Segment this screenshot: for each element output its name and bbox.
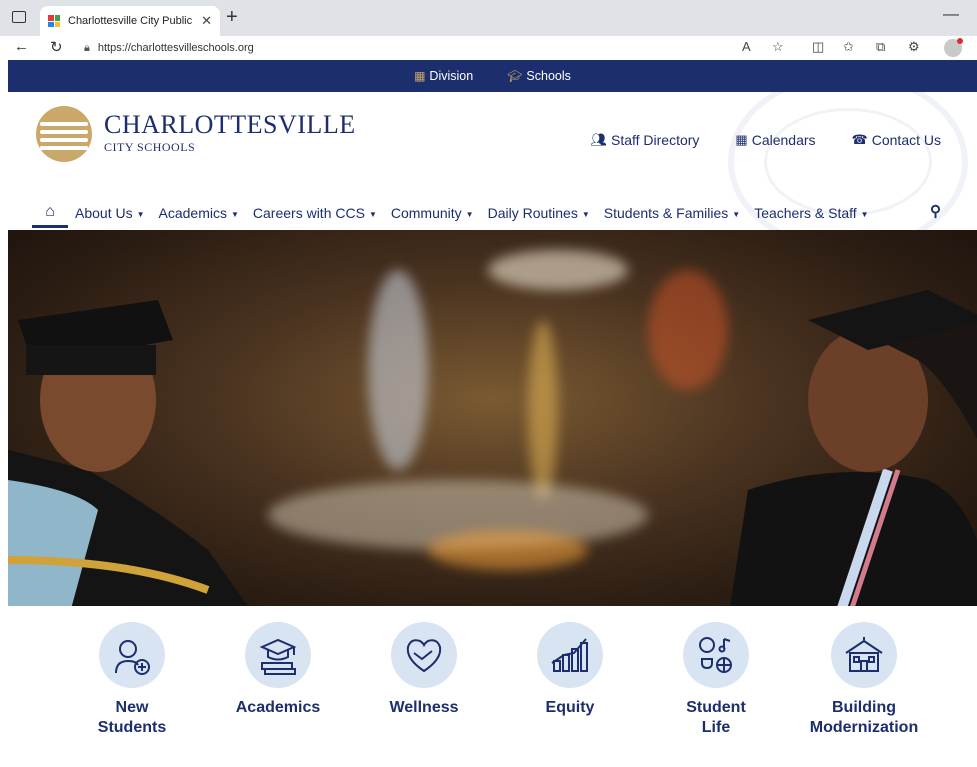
new-student-icon — [99, 622, 165, 688]
division-link[interactable]: ▦ Division — [414, 69, 473, 83]
url-field[interactable]: 🔒︎ https://charlottesvilleschools.org — [84, 38, 804, 58]
caret-down-icon: ▼ — [465, 209, 474, 219]
hero-light — [368, 270, 428, 470]
contact-us-label: Contact Us — [871, 132, 941, 148]
brand-wordmark[interactable]: Charlottesville City Schools — [104, 110, 356, 155]
hero-image — [8, 230, 977, 606]
nav-label: Teachers & Staff — [754, 205, 857, 221]
staff-directory-label: Staff Directory — [610, 132, 700, 148]
caret-down-icon: ▼ — [732, 209, 741, 219]
quick-nav-academics[interactable]: Academics — [208, 622, 348, 718]
main-navigation: ⌂ About Us ▼ Academics ▼ Careers with CCS ▼… — [32, 198, 876, 228]
address-bar: ← ↻ 🔒︎ https://charlottesvilleschools.or… — [0, 36, 977, 60]
users-icon: 👥︎ — [590, 132, 607, 147]
schools-link[interactable]: 🎓︎ Schools — [507, 69, 571, 83]
graduate-student-figure — [730, 290, 977, 606]
nav-label: Daily Routines — [487, 205, 578, 221]
contact-icon: ☎ — [851, 132, 868, 147]
quick-nav-equity[interactable]: Equity — [500, 622, 640, 718]
calendars-label: Calendars — [751, 132, 816, 148]
tab-title: Charlottesville City Public Schools — [68, 15, 195, 27]
caret-down-icon: ▼ — [581, 209, 590, 219]
quick-nav-label: Student Life — [686, 699, 746, 736]
schools-label: Schools — [526, 69, 571, 83]
nav-label: About Us — [75, 205, 133, 221]
read-aloud-icon[interactable]: A — [742, 39, 751, 54]
new-tab-icon[interactable]: + — [226, 6, 238, 29]
quick-nav-label: Academics — [235, 699, 321, 716]
nav-item-community[interactable]: Community ▼ — [384, 205, 481, 221]
search-icon[interactable]: ⚲ — [930, 202, 941, 220]
quick-nav-wellness[interactable]: Wellness — [354, 622, 494, 718]
tab-actions-icon[interactable] — [12, 11, 26, 23]
hero-light — [528, 320, 558, 500]
building-icon: ▦ — [414, 69, 426, 83]
nav-label: Academics — [158, 205, 227, 221]
staff-directory-link[interactable]: 👥︎ Staff Directory — [590, 132, 699, 148]
quick-nav-label: Building Modernization — [809, 699, 919, 736]
quick-nav-label: Wellness — [389, 699, 459, 716]
extensions-icon[interactable]: ⚙ — [908, 39, 920, 55]
nav-item-academics[interactable]: Academics ▼ — [152, 205, 246, 221]
caret-down-icon: ▼ — [368, 209, 377, 219]
nav-item-careers[interactable]: Careers with CCS ▼ — [246, 205, 384, 221]
home-icon[interactable]: ⌂ — [32, 198, 68, 228]
caret-down-icon: ▼ — [860, 209, 869, 219]
quick-nav-student-life[interactable]: Student Life — [646, 622, 786, 738]
division-label: Division — [429, 69, 474, 83]
quick-nav: New Students Academics Wellness Equity St… — [8, 606, 977, 767]
wellness-icon — [391, 622, 457, 688]
nav-label: Students & Families — [603, 205, 729, 221]
lock-icon: 🔒︎ — [84, 41, 90, 54]
back-icon[interactable]: ← — [14, 38, 29, 55]
hero-light — [428, 530, 588, 570]
refresh-icon[interactable]: ↻ — [50, 38, 63, 56]
caret-down-icon: ▼ — [230, 209, 239, 219]
nav-item-students-families[interactable]: Students & Families ▼ — [597, 205, 747, 221]
browser-tab[interactable]: Charlottesville City Public Schools ✕ — [40, 6, 220, 36]
contact-us-link[interactable]: ☎ Contact Us — [852, 132, 941, 148]
close-tab-icon[interactable]: ✕ — [201, 13, 212, 29]
collections-icon[interactable]: ⧉ — [876, 39, 885, 55]
header-quick-links: 👥︎ Staff Directory ▦ Calendars ☎ Contact… — [590, 132, 941, 148]
nav-item-daily-routines[interactable]: Daily Routines ▼ — [481, 205, 597, 221]
split-screen-icon[interactable]: ◫ — [812, 39, 824, 55]
brand-subtitle: City Schools — [104, 140, 196, 154]
nav-item-about-us[interactable]: About Us ▼ — [68, 205, 152, 221]
quick-nav-label: Equity — [545, 699, 595, 716]
academics-icon — [245, 622, 311, 688]
caret-down-icon: ▼ — [136, 209, 145, 219]
district-logo-icon[interactable] — [36, 106, 92, 162]
hero-light — [488, 250, 628, 290]
minimize-icon[interactable]: — — [943, 6, 959, 24]
favorite-star-icon[interactable]: ☆ — [772, 39, 784, 55]
nav-item-teachers-staff[interactable]: Teachers & Staff ▼ — [747, 205, 875, 221]
url-text: https://charlottesvilleschools.org — [97, 42, 254, 54]
graduation-cap-icon: 🎓︎ — [507, 69, 523, 83]
favorites-icon[interactable]: ✩ — [843, 39, 854, 55]
utility-bar: ▦ Division 🎓︎ Schools — [8, 60, 977, 92]
profile-avatar-icon[interactable] — [944, 38, 963, 57]
nav-label: Community — [390, 205, 462, 221]
quick-nav-building-modernization[interactable]: Building Modernization — [794, 622, 934, 738]
nav-label: Careers with CCS — [252, 205, 365, 221]
calendars-link[interactable]: ▦ Calendars — [735, 132, 815, 148]
site-header: Charlottesville City Schools 👥︎ Staff Di… — [8, 92, 977, 230]
browser-tab-bar: Charlottesville City Public Schools ✕ + … — [0, 0, 977, 36]
student-life-icon — [683, 622, 749, 688]
building-modernization-icon — [831, 622, 897, 688]
graduate-faculty-figure — [8, 300, 248, 606]
quick-nav-label: New Students — [97, 699, 167, 736]
brand-title: Charlottesville — [104, 110, 356, 139]
equity-icon — [537, 622, 603, 688]
calendar-icon: ▦ — [735, 132, 748, 147]
site-favicon-icon — [48, 15, 60, 27]
quick-nav-new-students[interactable]: New Students — [62, 622, 202, 738]
